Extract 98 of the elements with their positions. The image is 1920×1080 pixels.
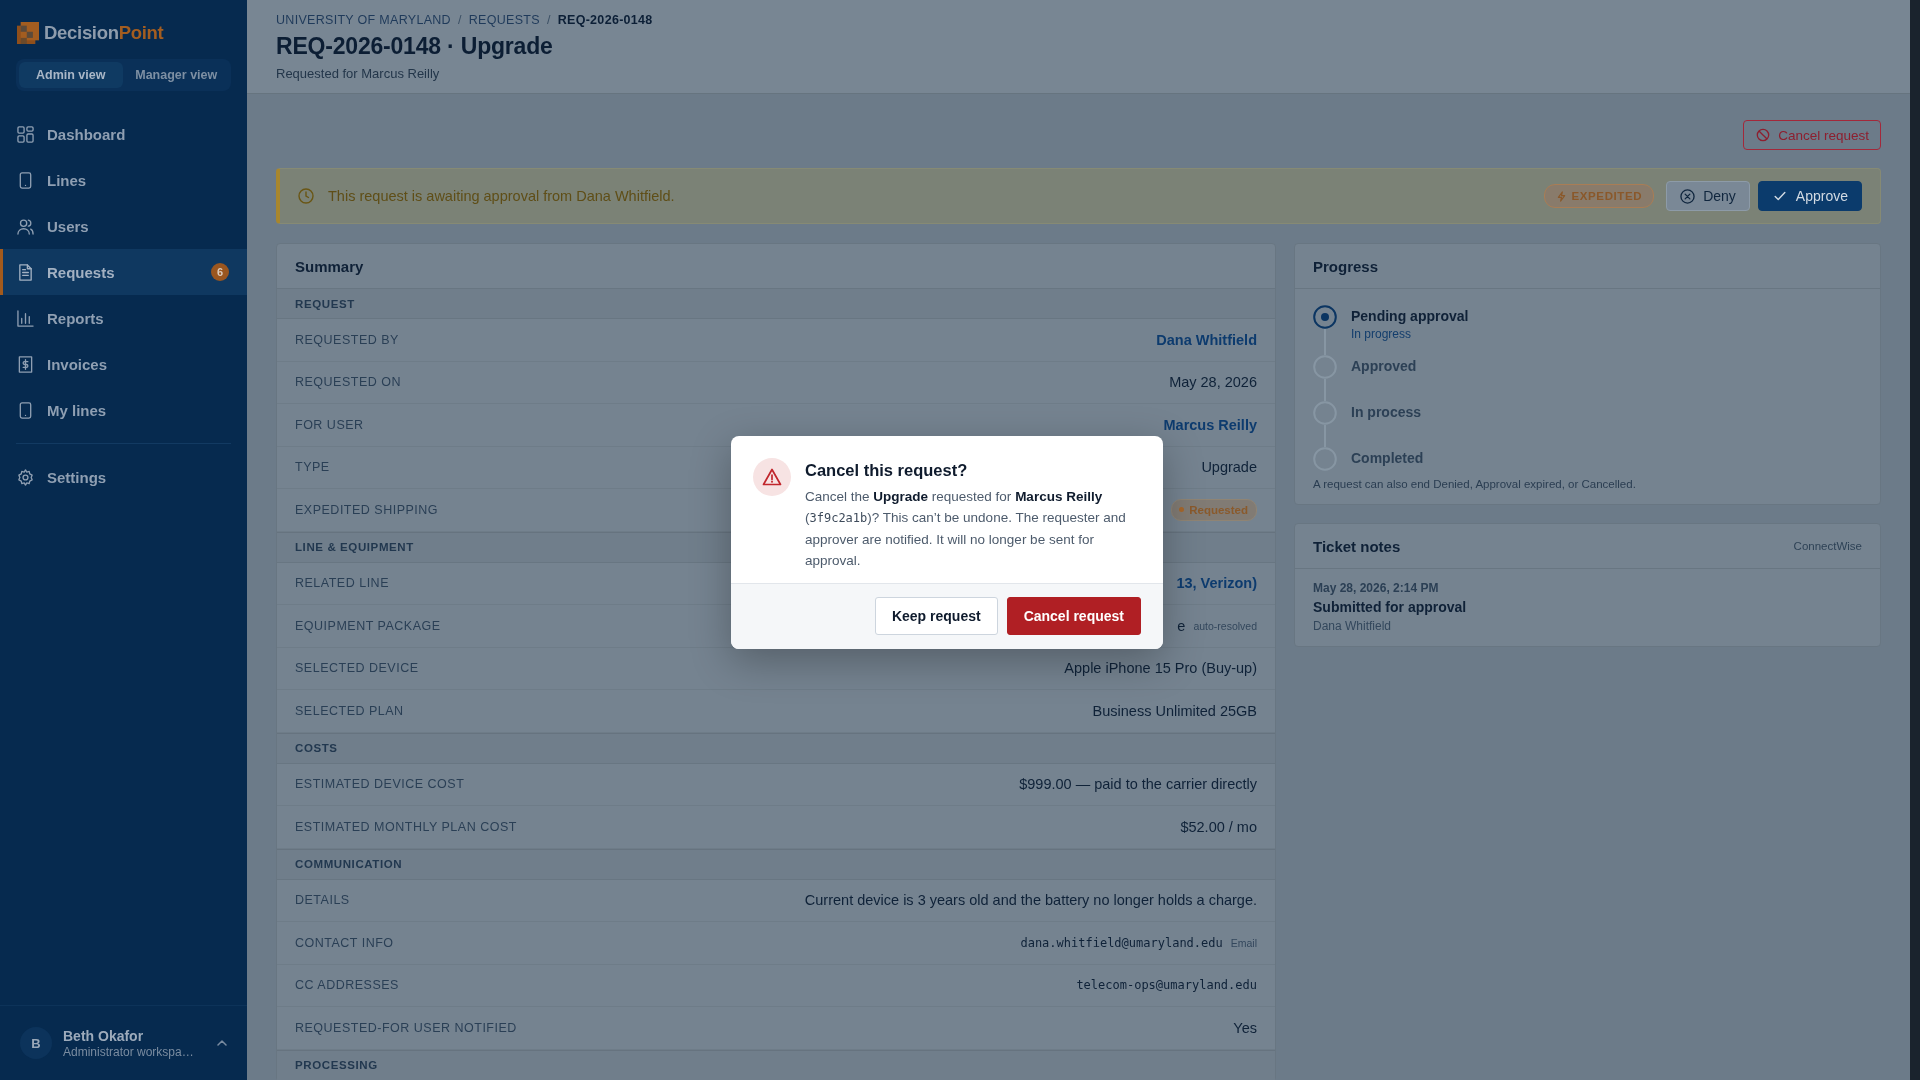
nav-item[interactable]: Reports: [0, 295, 247, 341]
field-link[interactable]: 13, Verizon): [1176, 575, 1257, 592]
bar-chart-icon: [17, 309, 34, 327]
field-link[interactable]: Dana Whitfield: [1156, 331, 1257, 348]
warning-icon: [753, 458, 791, 496]
step-label: Approved: [1351, 358, 1417, 374]
field-label: EXPEDITED SHIPPING: [295, 502, 439, 517]
keep-request-button[interactable]: Keep request: [874, 597, 998, 635]
field-label: FOR USER: [295, 417, 364, 432]
field-value: Apple iPhone 15 Pro (Buy-up): [1064, 660, 1257, 677]
dollar-receipt-icon: [17, 355, 34, 373]
grid-icon: [17, 125, 34, 143]
section-heading: REQUEST: [295, 297, 355, 310]
status-tag: Requested: [1171, 498, 1257, 521]
field-note: Email: [1230, 936, 1257, 949]
field-label: ESTIMATED MONTHLY PLAN COST: [295, 819, 517, 834]
field-value: Current device is 3 years old and the battery no longer holds a charge.: [804, 892, 1257, 909]
section-heading: COSTS: [295, 742, 338, 754]
approve-button[interactable]: Approve: [1757, 181, 1862, 211]
user-role: Administrator workspa…: [63, 1044, 195, 1059]
count-badge: 6: [211, 263, 229, 281]
field-label: SELECTED PLAN: [295, 703, 404, 718]
field-value: Upgrade: [1201, 459, 1257, 476]
dialog-message: Cancel the Upgrade requested for Marcus Reilly (3f9c2a1b)? This can’t be undone. The requester and approver are notified. It will no longer be sent for approval.: [805, 488, 1127, 570]
deny-button[interactable]: Deny: [1666, 181, 1750, 211]
field-value: $52.00 / mo: [1180, 818, 1257, 835]
field-label: EQUIPMENT PACKAGE: [295, 618, 441, 633]
email-address: dana.whitfield@umaryland.edu: [1020, 935, 1223, 950]
field-label: DETAILS: [295, 893, 350, 908]
note-author: Dana Whitfield: [1313, 619, 1393, 633]
dialog-title: Cancel this request?: [805, 461, 969, 480]
phone-icon: [17, 171, 34, 189]
field-value: Yes: [1233, 1019, 1257, 1036]
nav-item[interactable]: Dashboard: [0, 111, 247, 157]
settings-icon: [17, 468, 34, 486]
nav-item[interactable]: Lines: [0, 157, 247, 203]
phone-icon: [17, 401, 34, 419]
breadcrumb-link[interactable]: REQUESTS: [468, 13, 540, 27]
ban-icon: [1756, 128, 1771, 142]
field-label: REQUESTED BY: [295, 332, 399, 347]
notes-source: ConnectWise: [1793, 540, 1862, 552]
view-tab[interactable]: Manager view: [124, 62, 228, 88]
logo-wordmark: DecisionPoint: [44, 22, 164, 44]
confirm-cancel-button[interactable]: Cancel request: [1006, 597, 1141, 635]
card-title: Progress: [1313, 257, 1379, 275]
field-value: Business Unlimited 25GB: [1092, 702, 1257, 719]
field-label: ESTIMATED DEVICE COST: [295, 777, 465, 792]
progress-note: A request can also end Denied, Approval expired, or Cancelled.: [1313, 478, 1637, 490]
user-name: Beth Okafor: [63, 1027, 145, 1044]
note-text: Submitted for approval: [1313, 599, 1468, 615]
step-label: Completed: [1351, 450, 1424, 466]
status-dot-icon: [1179, 507, 1185, 513]
step-label: In process: [1351, 404, 1422, 420]
field-label: SELECTED DEVICE: [295, 661, 419, 676]
section-heading: LINE & EQUIPMENT: [295, 541, 414, 553]
users-icon: [17, 217, 34, 235]
section-heading: PROCESSING: [295, 1059, 378, 1071]
breadcrumb-separator: /: [457, 13, 462, 27]
field-label: REQUESTED-FOR USER NOTIFIED: [295, 1020, 517, 1035]
field-value: $999.00 — paid to the carrier directly: [1019, 776, 1257, 793]
user-menu[interactable]: B Beth Okafor Administrator workspa…: [0, 1005, 247, 1080]
card-title: Ticket notes: [1313, 537, 1401, 555]
note-timestamp: May 28, 2026, 2:14 PM: [1313, 581, 1440, 595]
field-label: CC ADDRESSES: [295, 978, 399, 993]
email-address: telecom-ops@umaryland.edu: [1076, 978, 1257, 993]
field-value: May 28, 2026: [1169, 374, 1257, 391]
breadcrumb-link[interactable]: REQ-2026-0148: [557, 13, 653, 27]
banner-message: This request is awaiting approval from Dana Whitfield.: [328, 188, 676, 204]
view-tab[interactable]: Admin view: [19, 62, 123, 88]
nav-item[interactable]: Users: [0, 203, 247, 249]
page-subtitle: Requested for Marcus Reilly: [276, 66, 441, 81]
field-value: e: [1177, 617, 1186, 634]
field-label: RELATED LINE: [295, 576, 389, 591]
field-note: auto-resolved: [1193, 619, 1257, 632]
card-title: Summary: [295, 257, 364, 275]
nav-item[interactable]: My lines: [0, 387, 247, 433]
avatar-initial: B: [20, 1027, 52, 1059]
field-label: CONTACT INFO: [295, 935, 394, 950]
field-link[interactable]: Marcus Reilly: [1163, 416, 1257, 433]
step-status: In progress: [1351, 327, 1413, 341]
document-icon: [17, 263, 34, 281]
field-label: REQUESTED ON: [295, 375, 401, 390]
logo-squares-icon: [17, 22, 39, 44]
nav-item[interactable]: Settings: [0, 454, 247, 500]
circle-x-icon: [1680, 188, 1696, 204]
step-label: Pending approval: [1351, 308, 1469, 324]
expedited-tag: EXPEDITED: [1543, 184, 1655, 208]
field-label: TYPE: [295, 460, 330, 475]
nav-item[interactable]: Invoices: [0, 341, 247, 387]
page-title: REQ-2026-0148 · Upgrade: [276, 33, 554, 60]
chevron-up-icon: [217, 1040, 227, 1046]
clock-icon: [298, 188, 314, 204]
breadcrumb-link[interactable]: UNIVERSITY OF MARYLAND: [276, 13, 451, 27]
lightning-icon: [1555, 190, 1567, 202]
check-icon: [1772, 189, 1787, 203]
nav-item[interactable]: Requests 6: [0, 249, 247, 295]
breadcrumb-separator: /: [546, 13, 551, 27]
section-heading: COMMUNICATION: [295, 858, 403, 870]
